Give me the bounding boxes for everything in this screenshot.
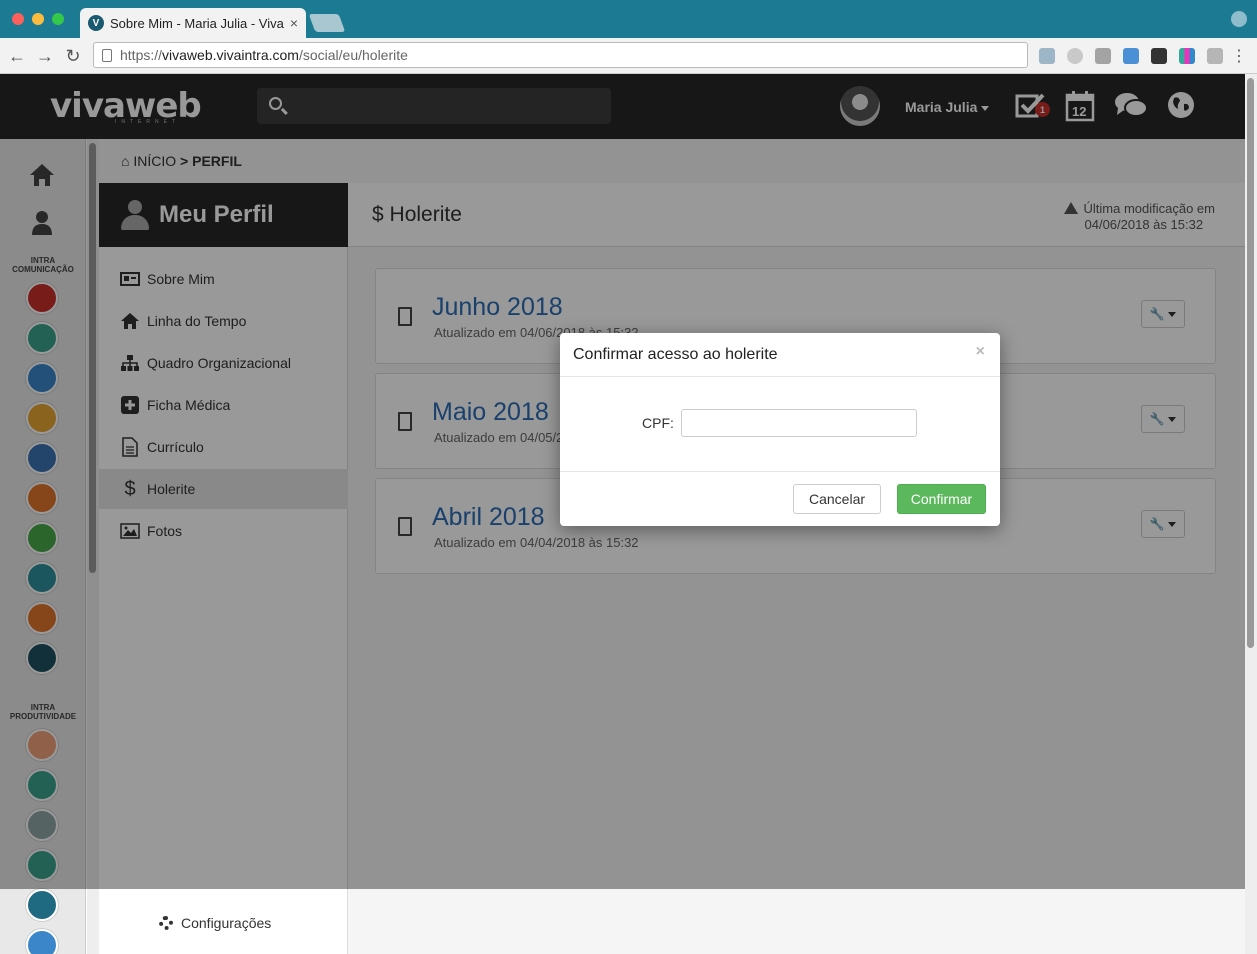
browser-titlebar: V Sobre Mim - Maria Julia - VivaW × — [0, 0, 1257, 38]
modal-divider — [560, 471, 1000, 472]
extension-e-icon[interactable] — [1123, 48, 1139, 64]
forward-arrow-icon[interactable]: → — [33, 44, 57, 68]
cancel-button[interactable]: Cancelar — [793, 484, 881, 514]
modal-divider — [560, 376, 1000, 377]
cpf-input[interactable] — [681, 409, 917, 437]
extension-check-icon[interactable] — [1151, 48, 1167, 64]
folder-app-icon[interactable] — [26, 889, 58, 921]
vivaweb-favicon-icon: V — [88, 15, 104, 31]
confirm-button[interactable]: Confirmar — [897, 484, 986, 514]
url-host: vivaweb.vivaintra.com — [162, 47, 299, 63]
settings-label: Configurações — [181, 915, 272, 931]
page-info-icon — [102, 48, 112, 62]
back-arrow-icon[interactable]: ← — [5, 44, 29, 68]
maximize-window-button[interactable] — [52, 13, 64, 25]
url-scheme: https:// — [120, 47, 163, 63]
close-window-button[interactable] — [12, 13, 24, 25]
url-path: /social/eu/holerite — [298, 47, 408, 63]
page-scrollbar-thumb[interactable] — [1247, 78, 1254, 648]
browser-tab[interactable]: V Sobre Mim - Maria Julia - VivaW × — [80, 8, 306, 38]
extension-chart-icon[interactable] — [1179, 48, 1195, 64]
extension-inbox-icon[interactable] — [1207, 48, 1223, 64]
tab-close-icon[interactable]: × — [290, 15, 298, 31]
extension-code-icon[interactable] — [1039, 48, 1055, 64]
extension-camera-icon[interactable] — [1095, 48, 1111, 64]
confirm-access-modal: Confirmar acesso ao holerite × CPF: Canc… — [560, 333, 1000, 526]
browser-toolbar: ← → ↻ https://vivaweb.vivaintra.com/soci… — [0, 38, 1257, 74]
browser-menu-icon[interactable]: ⋮ — [1227, 44, 1251, 68]
close-icon[interactable]: × — [976, 343, 985, 361]
minimize-window-button[interactable] — [32, 13, 44, 25]
page-scrollbar[interactable] — [1245, 74, 1257, 954]
modal-title: Confirmar acesso ao holerite — [573, 346, 778, 363]
gear-icon — [159, 916, 173, 930]
graduation-app-icon[interactable] — [26, 929, 58, 954]
cpf-label: CPF: — [642, 415, 674, 431]
tab-title: Sobre Mim - Maria Julia - VivaW — [110, 15, 284, 31]
settings-link[interactable]: Configurações — [159, 915, 271, 931]
new-tab-button[interactable] — [308, 14, 346, 32]
reload-icon[interactable]: ↻ — [61, 44, 85, 68]
address-bar[interactable]: https://vivaweb.vivaintra.com/social/eu/… — [93, 42, 1028, 68]
extension-drive-icon[interactable] — [1067, 48, 1083, 64]
browser-profile-icon[interactable] — [1231, 11, 1247, 27]
